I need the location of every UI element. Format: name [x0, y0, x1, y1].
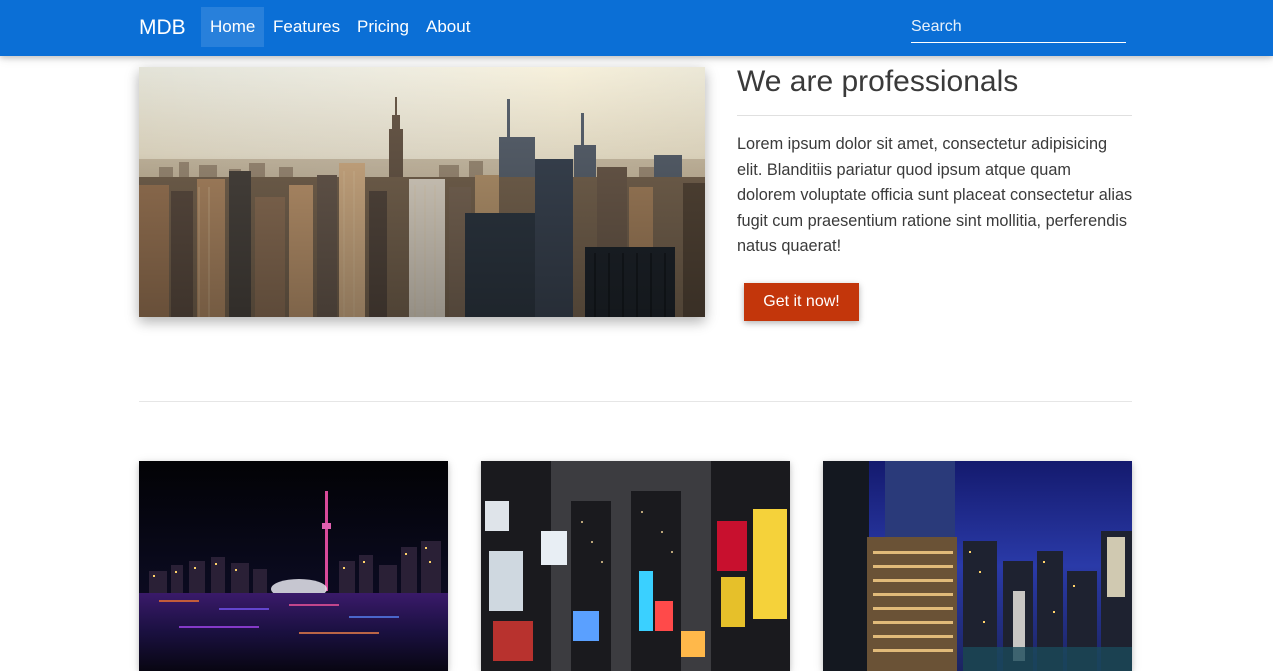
times-square-photo — [481, 461, 790, 671]
city-towers-dusk-photo — [823, 461, 1132, 671]
nav-item-about[interactable]: About — [417, 7, 479, 47]
gallery-image-3[interactable] — [823, 461, 1132, 671]
hero-image — [139, 67, 705, 317]
night-skyline-photo — [139, 461, 448, 671]
brand-logo[interactable]: MDB — [139, 14, 186, 42]
gallery-image-2[interactable] — [481, 461, 790, 671]
section-divider — [139, 401, 1132, 402]
gallery-image-1[interactable] — [139, 461, 448, 671]
nav-item-pricing[interactable]: Pricing — [348, 7, 418, 47]
navbar: MDB Home Features Pricing About — [0, 0, 1273, 56]
hero-title: We are professionals — [737, 65, 1019, 98]
city-skyline-photo — [139, 67, 705, 317]
hero-body-text: Lorem ipsum dolor sit amet, consectetur … — [737, 135, 1133, 255]
get-it-now-button[interactable]: Get it now! — [744, 283, 859, 321]
nav-item-features[interactable]: Features — [264, 7, 349, 47]
search-input[interactable] — [911, 12, 1126, 43]
title-divider — [737, 115, 1132, 116]
nav-item-home[interactable]: Home — [201, 7, 264, 47]
